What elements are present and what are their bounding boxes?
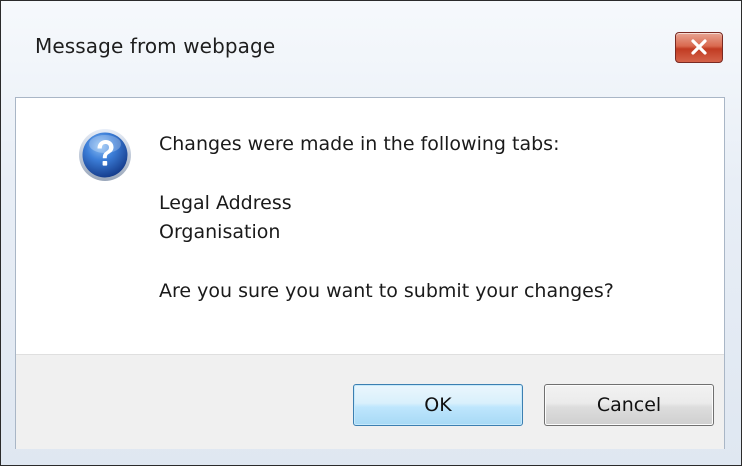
dialog-title: Message from webpage <box>35 34 276 58</box>
message-intro: Changes were made in the following tabs: <box>159 133 560 155</box>
changed-tab-item: Organisation <box>159 221 281 243</box>
question-icon <box>79 129 131 181</box>
window-frame-right <box>723 97 741 465</box>
close-icon <box>691 39 707 55</box>
message-dialog-window: Message from webpage Changes were made i… <box>0 0 742 466</box>
dialog-client-area: Changes were made in the following tabs:… <box>15 97 725 449</box>
close-button[interactable] <box>675 32 723 63</box>
ok-button[interactable]: OK <box>353 384 523 426</box>
dialog-titlebar[interactable]: Message from webpage <box>1 1 741 97</box>
dialog-message: Changes were made in the following tabs:… <box>159 130 614 306</box>
message-question: Are you sure you want to submit your cha… <box>159 280 614 302</box>
dialog-button-bar: OK Cancel <box>16 354 724 449</box>
cancel-button[interactable]: Cancel <box>544 384 714 426</box>
message-spacer <box>159 159 614 189</box>
changed-tab-item: Legal Address <box>159 192 292 214</box>
message-spacer <box>159 247 614 277</box>
dialog-body: Changes were made in the following tabs:… <box>16 98 724 354</box>
window-frame-left <box>1 97 15 465</box>
